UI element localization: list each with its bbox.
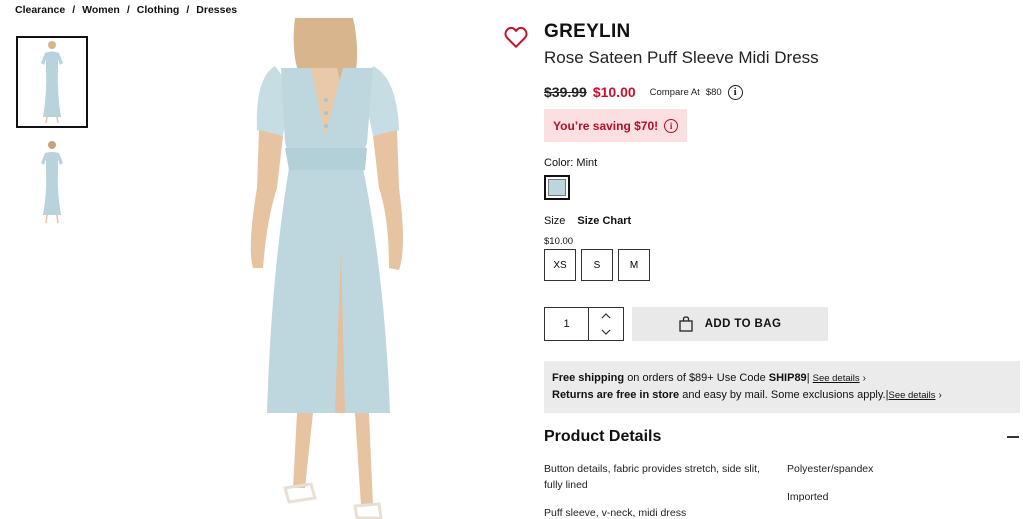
info-icon[interactable]: i	[727, 84, 743, 100]
size-price: $10.00	[544, 236, 574, 247]
info-icon[interactable]: i	[664, 118, 679, 133]
dress-thumbnail-image	[41, 41, 63, 124]
returns-bold: Returns are free in store	[552, 389, 680, 401]
quantity-stepper: 1	[544, 307, 624, 341]
detail-item: Button details, fabric provides stretch,…	[544, 463, 760, 491]
breadcrumb-separator: /	[126, 4, 130, 16]
product-title: Rose Sateen Puff Sleeve Midi Dress	[544, 48, 819, 67]
product-details-heading[interactable]: Product Details	[544, 428, 661, 446]
collapse-icon[interactable]	[1007, 436, 1019, 438]
breadcrumb-separator: /	[186, 4, 190, 16]
color-value: Mint	[576, 157, 598, 169]
see-details-link[interactable]: See details	[888, 390, 935, 401]
size-chart-link[interactable]: Size Chart	[577, 215, 631, 227]
product-main-image	[185, 18, 475, 519]
thumbnail-front[interactable]	[16, 36, 88, 128]
color-label: Color: Mint	[544, 157, 597, 169]
sale-price: $10.00	[592, 84, 636, 100]
size-row: Size Size Chart	[544, 215, 631, 227]
shipping-bold: Free shipping	[552, 372, 625, 384]
saving-badge: You’re saving $70! i	[544, 109, 687, 142]
detail-item: Imported	[787, 491, 829, 503]
add-to-bag-label: ADD TO BAG	[704, 318, 782, 330]
shopping-bag-icon	[679, 316, 693, 332]
chevron-right-icon: ›	[938, 390, 942, 401]
chevron-down-icon[interactable]	[589, 324, 623, 340]
breadcrumb-dresses[interactable]: Dresses	[196, 4, 237, 16]
breadcrumb-clothing[interactable]: Clothing	[137, 4, 180, 16]
product-brand: GREYLIN	[544, 21, 631, 42]
detail-item: Puff sleeve, v-neck, midi dress	[544, 507, 687, 519]
quantity-value[interactable]: 1	[545, 308, 589, 340]
size-option-xs[interactable]: XS	[544, 249, 576, 281]
wishlist-heart-icon[interactable]	[503, 24, 529, 50]
shipping-text: on orders of $89+ Use Code	[627, 372, 766, 384]
detail-item: Polyester/spandex	[787, 463, 874, 475]
saving-text: You’re saving $70!	[553, 118, 659, 133]
color-swatch-mint[interactable]	[544, 175, 570, 200]
see-details-link[interactable]: See details	[813, 373, 860, 384]
details-column-1: Button details, fabric provides stretch,…	[544, 461, 779, 519]
original-price: $39.99	[544, 84, 587, 100]
price-row: $39.99 $10.00 Compare At $80 i	[544, 84, 743, 100]
chevron-up-icon[interactable]	[589, 308, 623, 324]
add-to-bag-button[interactable]: ADD TO BAG	[632, 307, 828, 341]
size-option-m[interactable]: M	[618, 249, 650, 281]
size-label: Size	[544, 215, 566, 227]
details-column-2: Polyester/spandex Imported	[787, 461, 937, 517]
promo-code: SHIP89	[768, 372, 807, 384]
breadcrumb: Clearance / Women / Clothing / Dresses	[15, 4, 237, 16]
chevron-right-icon: ›	[862, 373, 866, 384]
breadcrumb-clearance[interactable]: Clearance	[15, 4, 65, 16]
shipping-info: Free shipping on orders of $89+ Use Code…	[544, 361, 1020, 413]
size-options: XS S M	[544, 249, 650, 281]
compare-value: $80	[705, 86, 722, 98]
color-label-text: Color:	[544, 157, 574, 169]
size-option-s[interactable]: S	[581, 249, 613, 281]
returns-text: and easy by mail. Some exclusions apply.	[682, 389, 886, 401]
breadcrumb-women[interactable]: Women	[82, 4, 120, 16]
breadcrumb-separator: /	[72, 4, 76, 16]
compare-label: Compare At	[649, 86, 700, 98]
dress-thumbnail-image	[41, 141, 63, 224]
thumbnail-back[interactable]	[16, 136, 88, 228]
